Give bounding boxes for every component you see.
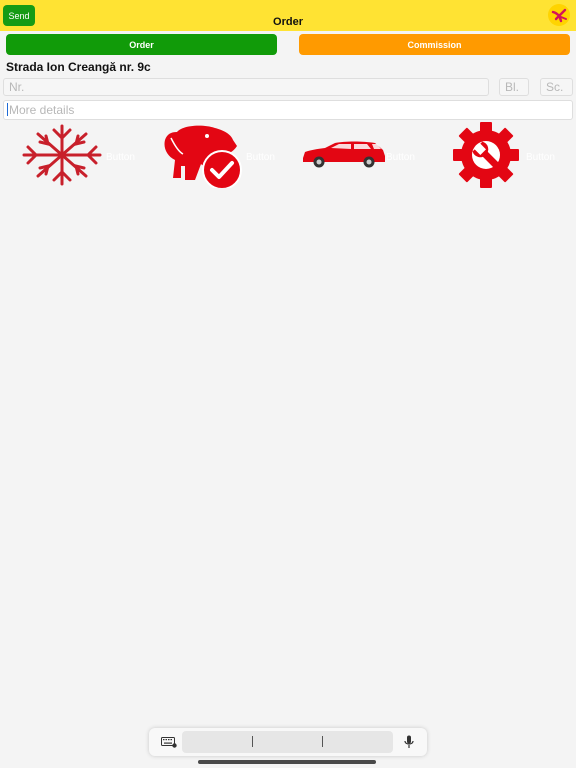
gear-wrench-icon — [453, 122, 519, 188]
ac-option-button[interactable]: Button — [20, 122, 138, 188]
order-tab-button[interactable]: Order — [6, 34, 277, 55]
snowflake-icon — [22, 124, 102, 186]
suggestion-divider — [322, 736, 323, 747]
suggestion-strip[interactable] — [182, 731, 393, 753]
car-option-button[interactable]: Button — [300, 122, 418, 188]
number-field[interactable] — [3, 78, 489, 96]
pet-option-button[interactable]: Button — [160, 122, 278, 188]
text-cursor — [7, 103, 8, 116]
pet-check-icon — [164, 125, 242, 188]
ac-option-label: Button — [106, 152, 135, 163]
car-option-label: Button — [386, 152, 415, 163]
microphone-icon[interactable] — [404, 735, 414, 749]
staircase-field[interactable] — [540, 78, 573, 96]
page-title: Order — [273, 16, 303, 28]
app-logo-icon[interactable] — [548, 4, 570, 26]
block-field[interactable] — [499, 78, 529, 96]
commission-tab-button[interactable]: Commission — [299, 34, 570, 55]
service-option-button[interactable]: Button — [440, 122, 558, 188]
keyboard-shortcut-bar — [149, 728, 427, 756]
service-option-label: Button — [526, 152, 555, 163]
suggestion-divider — [252, 736, 253, 747]
home-indicator[interactable] — [198, 760, 376, 764]
pet-option-label: Button — [246, 152, 275, 163]
keyboard-icon[interactable] — [161, 737, 177, 748]
more-details-field[interactable] — [3, 100, 573, 120]
car-icon — [303, 141, 385, 168]
address-label: Strada Ion Creangă nr. 9c — [6, 60, 151, 74]
top-bar: Send Order — [0, 0, 576, 31]
